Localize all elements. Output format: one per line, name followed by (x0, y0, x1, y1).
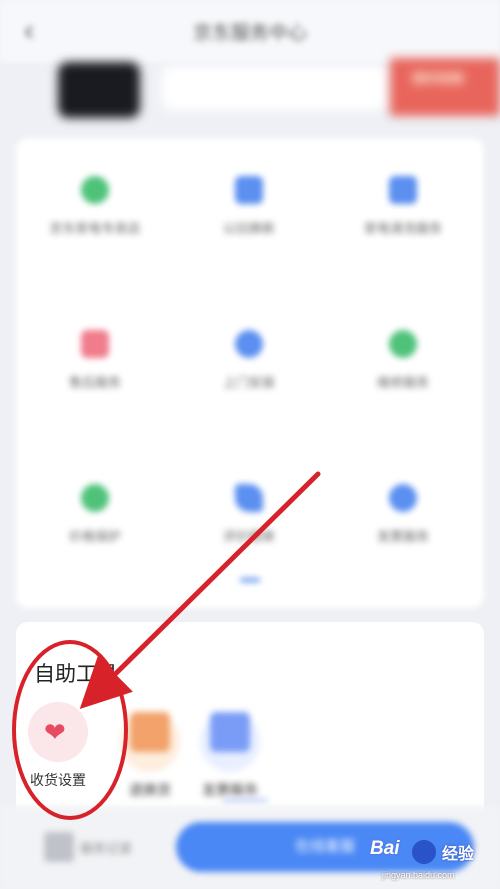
service-item[interactable]: 维修服务 (328, 330, 478, 394)
banner: 限时抢购 (18, 58, 500, 120)
service-item[interactable]: 京东家电专卖店 (20, 176, 170, 240)
grid-pager (240, 578, 260, 582)
tool-label: 收货设置 (30, 772, 86, 788)
tool-label: 退换货 (129, 782, 171, 798)
circle-icon (81, 484, 109, 512)
service-grid: 京东家电专卖店 以旧换新 家电清洗服务 售后服务 上门安装 维修服务 价格保护 … (16, 138, 484, 608)
circle-icon (81, 176, 109, 204)
tool-receiving-settings[interactable]: ❤ 收货设置 (16, 702, 100, 790)
service-item[interactable]: 发票服务 (328, 484, 478, 548)
watermark-url: jingyan.baidu.com (382, 870, 455, 880)
page-title: 京东服务中心 (192, 23, 307, 44)
service-label: 价格保护 (68, 529, 121, 544)
service-label: 以旧换新 (222, 221, 275, 236)
watermark-brand: Bai (370, 838, 400, 859)
service-label: 售后服务 (68, 375, 121, 390)
service-label: 评价晒单 (222, 529, 275, 544)
service-label: 京东家电专卖店 (49, 221, 141, 236)
record-label[interactable]: 服务记录 (80, 838, 132, 857)
watermark-cn: 经验 (442, 846, 475, 863)
heart-icon: ❤ (44, 717, 66, 747)
tool-item[interactable]: 发票服务 (188, 702, 272, 800)
service-item[interactable]: 以旧换新 (174, 176, 324, 240)
promo-banner[interactable]: 限时抢购 (390, 58, 500, 116)
square-icon (389, 176, 417, 204)
pencil-icon (235, 484, 263, 512)
service-item[interactable]: 价格保护 (20, 484, 170, 548)
tool-icon-bg (200, 712, 260, 772)
tools-pager (222, 798, 268, 803)
search-input[interactable] (162, 66, 386, 110)
paw-icon (412, 840, 436, 864)
service-item[interactable]: 售后服务 (20, 330, 170, 394)
chat-icon (81, 330, 109, 358)
tools-card: 自助工具 ❤ 收货设置 退换货 发票服务 (16, 622, 484, 822)
tool-icon-bg: ❤ (28, 702, 88, 762)
tool-icon-bg (120, 712, 180, 772)
service-item[interactable]: 家电清洗服务 (328, 176, 478, 240)
product-image[interactable] (58, 62, 140, 118)
service-item[interactable]: 评价晒单 (174, 484, 324, 548)
circle-icon (389, 330, 417, 358)
promo-text: 限时抢购 (412, 71, 465, 86)
circle-icon (389, 484, 417, 512)
square-icon (235, 176, 263, 204)
baidu-watermark: Bai 经验 jingyan.baidu.com (370, 836, 496, 886)
service-item[interactable]: 上门安装 (174, 330, 324, 394)
tool-label: 发票服务 (202, 782, 258, 798)
service-label: 家电清洗服务 (363, 221, 442, 236)
card-icon (210, 712, 250, 752)
tool-item[interactable]: 退换货 (108, 702, 192, 800)
tools-title: 自助工具 (34, 663, 118, 686)
header-bar: ‹ 京东服务中心 (0, 0, 500, 62)
box-icon (130, 712, 170, 752)
service-label: 维修服务 (376, 375, 429, 390)
service-label: 发票服务 (376, 529, 429, 544)
service-label: 上门安装 (222, 375, 275, 390)
person-icon (235, 330, 263, 358)
record-icon[interactable] (44, 832, 74, 862)
